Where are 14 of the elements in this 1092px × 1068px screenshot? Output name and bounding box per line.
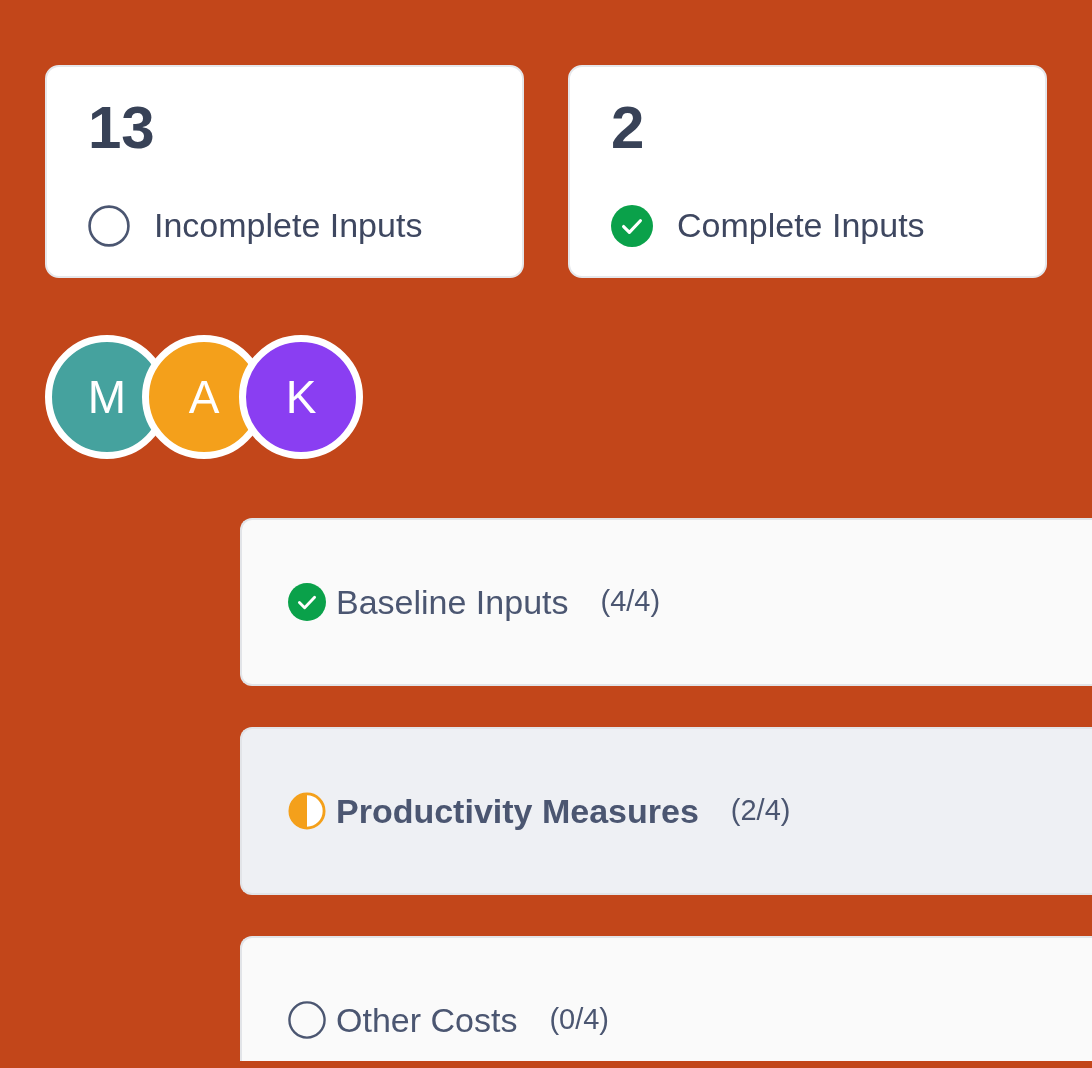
section-title: Productivity Measures <box>336 790 699 832</box>
stat-label: Incomplete Inputs <box>154 205 423 246</box>
section-row[interactable]: Baseline Inputs (4/4) <box>240 518 1092 686</box>
section-count: (4/4) <box>600 584 661 620</box>
section-count: (0/4) <box>549 1002 610 1038</box>
stat-label: Complete Inputs <box>677 205 925 246</box>
avatar: K <box>239 335 363 459</box>
section-count: (2/4) <box>730 793 791 829</box>
stat-value: 13 <box>88 93 155 163</box>
section-row[interactable]: Productivity Measures (2/4) <box>240 727 1092 895</box>
section-title: Other Costs <box>336 999 518 1041</box>
stat-value: 2 <box>611 93 645 163</box>
section-title: Baseline Inputs <box>336 581 569 623</box>
section-row[interactable]: Other Costs (0/4) <box>240 936 1092 1061</box>
